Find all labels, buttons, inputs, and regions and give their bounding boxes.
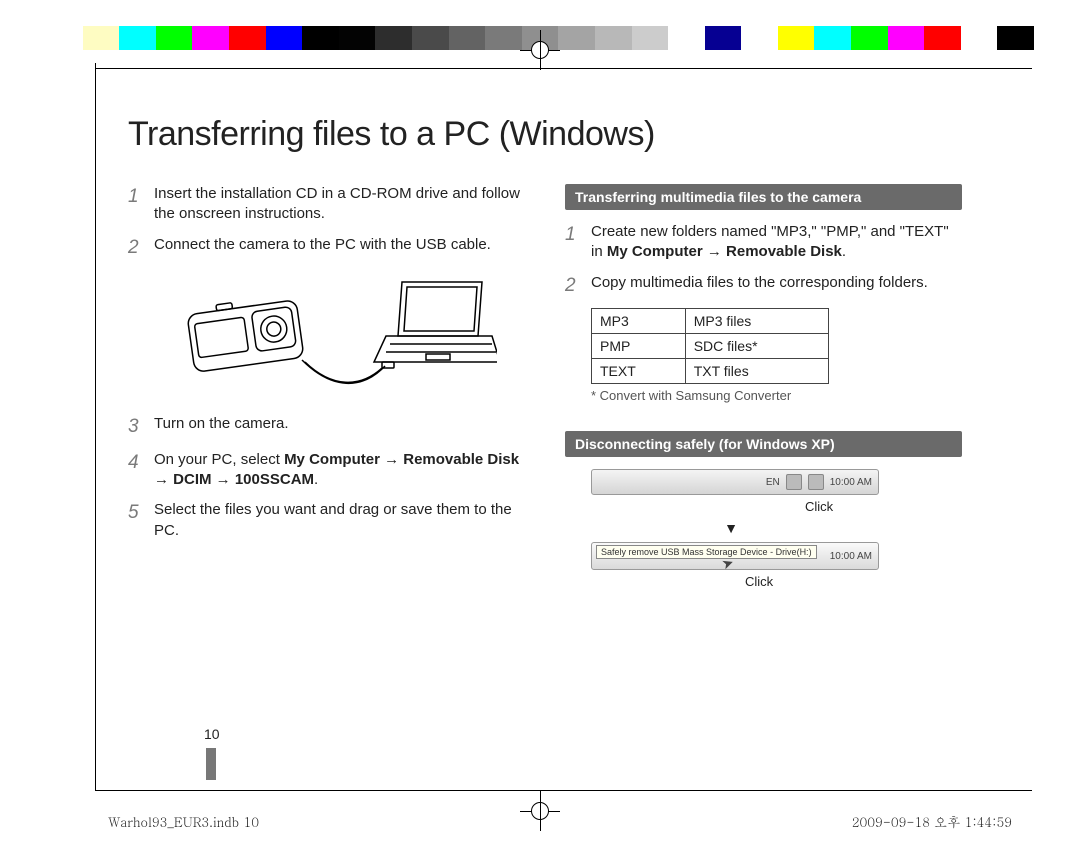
- page-number-bar: [206, 748, 216, 780]
- registration-mark-top: [520, 30, 560, 70]
- step-num: 3: [128, 414, 142, 440]
- folder-table: MP3MP3 files PMPSDC files* TEXTTXT files: [591, 308, 829, 384]
- step-num: 1: [128, 184, 142, 225]
- step-text: Select the files you want and drag or sa…: [154, 500, 525, 541]
- step-num: 4: [128, 450, 142, 491]
- step-num: 2: [565, 273, 579, 299]
- camera-laptop-illustration: [157, 270, 497, 400]
- click-label: Click: [745, 574, 962, 589]
- arrow-down-icon: ▼: [591, 520, 871, 536]
- footer-filename: Warhol93_EUR3.indb 10: [108, 812, 259, 831]
- click-label: Click: [805, 499, 962, 514]
- clock: 10:00 AM: [830, 551, 872, 562]
- step-text: Create new folders named "MP3," "PMP," a…: [591, 222, 962, 263]
- windows-taskbar-tooltip: Safely remove USB Mass Storage Device - …: [591, 542, 879, 570]
- section-heading: Disconnecting safely (for Windows XP): [565, 431, 962, 457]
- windows-taskbar: EN 10:00 AM: [591, 469, 879, 495]
- lang-indicator: EN: [766, 477, 780, 488]
- step-text: Copy multimedia files to the correspondi…: [591, 273, 928, 299]
- tray-icon: [808, 474, 824, 490]
- step-text: Turn on the camera.: [154, 414, 289, 440]
- step-text: On your PC, select My Computer → Removab…: [154, 450, 525, 491]
- clock: 10:00 AM: [830, 477, 872, 488]
- section-heading: Transferring multimedia files to the cam…: [565, 184, 962, 210]
- registration-mark-bottom: [520, 791, 560, 831]
- safely-remove-icon: [786, 474, 802, 490]
- step-num: 1: [565, 222, 579, 263]
- step-num: 5: [128, 500, 142, 541]
- footer-timestamp: 2009-09-18 오후 1:44:59: [852, 812, 1012, 831]
- page-number: 10: [204, 726, 220, 742]
- tooltip-text: Safely remove USB Mass Storage Device - …: [596, 545, 817, 559]
- right-column: Transferring multimedia files to the cam…: [565, 184, 962, 589]
- left-column: 1 Insert the installation CD in a CD-ROM…: [128, 184, 525, 589]
- step-text: Insert the installation CD in a CD-ROM d…: [154, 184, 525, 225]
- page-title: Transferring files to a PC (Windows): [128, 115, 962, 154]
- table-footnote: * Convert with Samsung Converter: [591, 388, 962, 403]
- step-num: 2: [128, 235, 142, 261]
- step-text: Connect the camera to the PC with the US…: [154, 235, 491, 261]
